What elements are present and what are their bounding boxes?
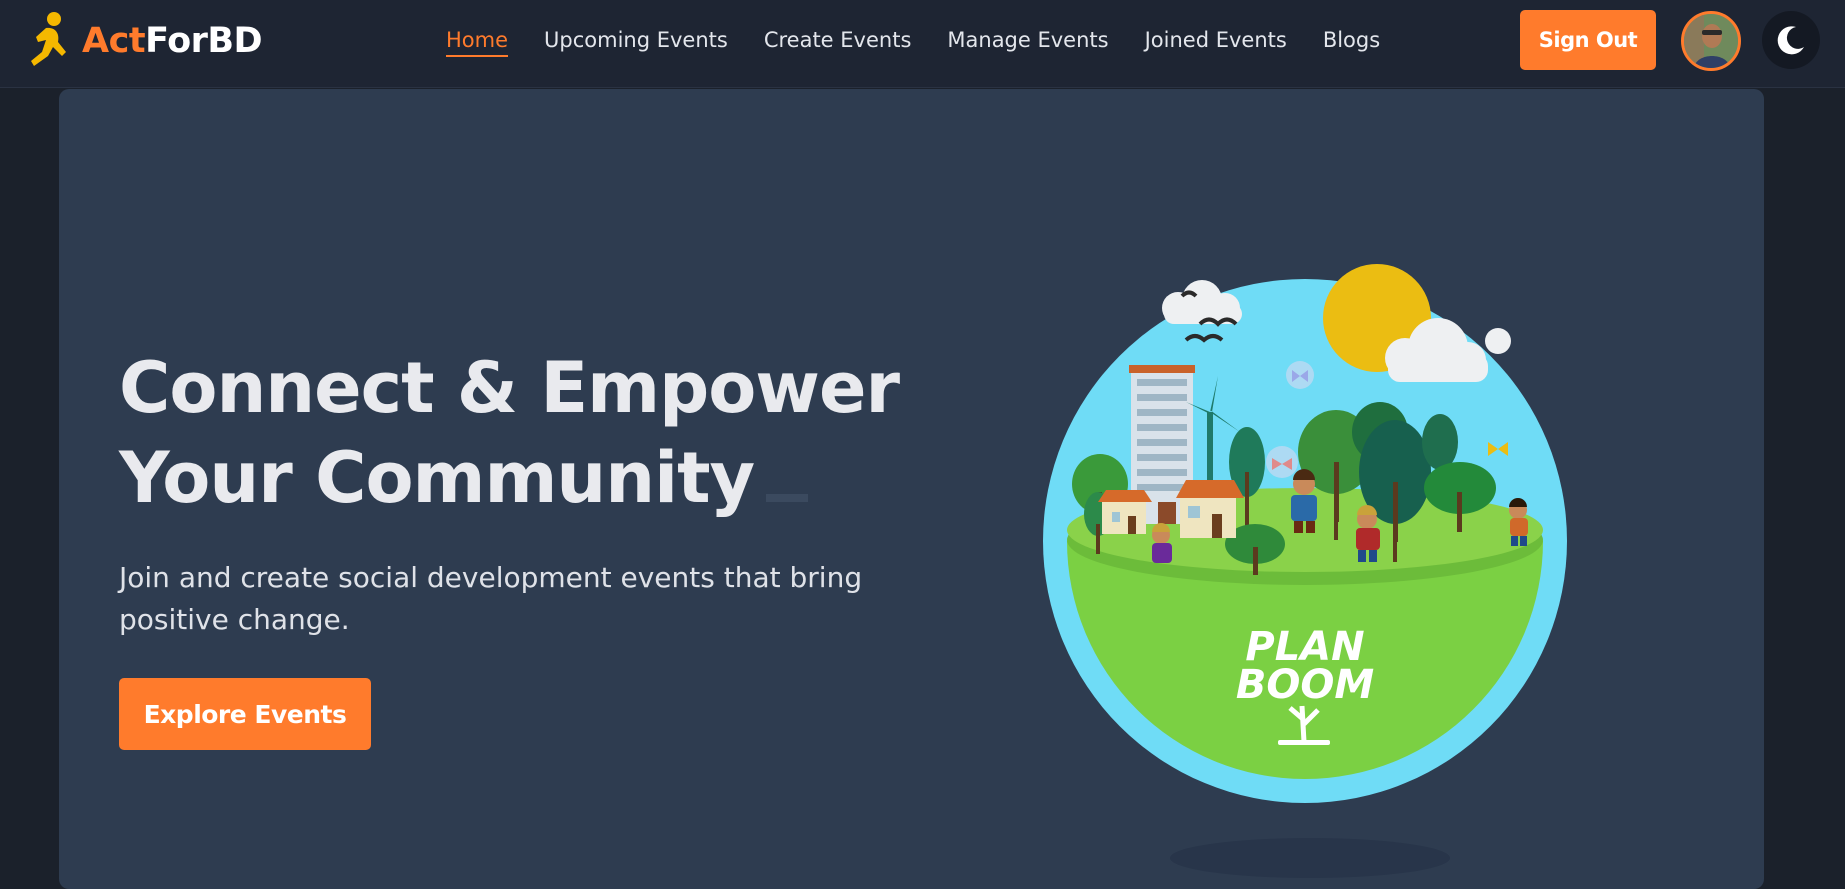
theme-toggle-button[interactable] [1762,11,1820,69]
brand-logo[interactable]: ActForBD [28,10,263,72]
hero-subtitle: Join and create social development event… [119,561,863,636]
nav-link-create-events[interactable]: Create Events [764,26,912,57]
illustration-text-boom: BOOM [1236,662,1374,708]
explore-events-button[interactable]: Explore Events [119,678,371,750]
main-nav: Home Upcoming Events Create Events Manag… [446,26,1380,57]
navbar: ActForBD Home Upcoming Events Create Eve… [0,0,1845,88]
user-photo [1684,14,1738,68]
brand-name-suffix: ForBD [145,21,263,61]
typing-cursor [766,494,809,502]
community-illustration: PLAN BOOM [1043,264,1567,803]
sign-out-button[interactable]: Sign Out [1520,10,1656,70]
illustration-shadow [1170,838,1450,878]
nav-link-joined-events[interactable]: Joined Events [1145,26,1287,57]
running-person-icon [31,12,66,67]
brand-name-prefix: Act [82,21,146,61]
nav-link-upcoming-events[interactable]: Upcoming Events [544,26,728,57]
moon-icon [1777,26,1804,55]
nav-link-manage-events[interactable]: Manage Events [947,26,1108,57]
user-avatar[interactable] [1681,11,1741,71]
nav-link-blogs[interactable]: Blogs [1323,26,1380,57]
nav-link-home[interactable]: Home [446,26,509,57]
hero-title-line1: Connect & Empower [119,347,900,429]
hero-title-line2: Your Community [119,437,755,519]
hero-title: Connect & Empower Your Community [119,343,1019,523]
